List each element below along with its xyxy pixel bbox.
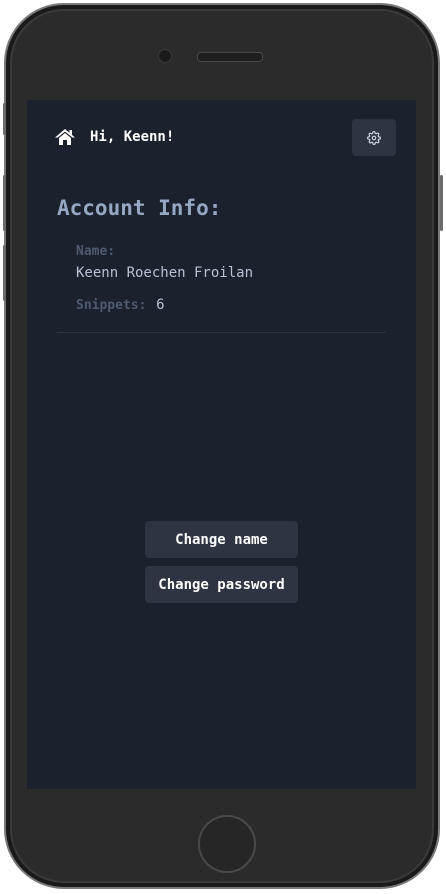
snippets-row: Snippets: 6 <box>76 294 253 315</box>
volume-down-button <box>3 245 6 301</box>
change-password-button[interactable]: Change password <box>145 566 298 603</box>
front-camera <box>158 49 172 63</box>
page-title: Account Info: <box>57 196 222 220</box>
gear-icon <box>367 130 381 145</box>
phone-home-button[interactable] <box>198 815 256 873</box>
name-label: Name: <box>76 244 116 259</box>
account-info: Name: Keenn Roechen Froilan Snippets: 6 <box>76 243 253 315</box>
volume-up-button <box>3 175 6 231</box>
settings-button[interactable] <box>352 119 396 156</box>
snippets-label: Snippets: <box>76 298 147 313</box>
greeting-text: Hi, Keenn! <box>90 129 175 145</box>
silent-switch <box>3 103 6 135</box>
name-value: Keenn Roechen Froilan <box>76 265 254 281</box>
snippets-value: 6 <box>156 297 165 313</box>
power-button <box>440 175 443 231</box>
divider <box>57 332 386 333</box>
earpiece-speaker <box>197 52 263 62</box>
home-icon[interactable] <box>55 128 75 146</box>
app-screen: Hi, Keenn! Account Info: Name: Keenn Roe… <box>27 100 416 789</box>
change-name-button[interactable]: Change name <box>145 521 298 558</box>
top-bar: Hi, Keenn! <box>27 100 416 176</box>
